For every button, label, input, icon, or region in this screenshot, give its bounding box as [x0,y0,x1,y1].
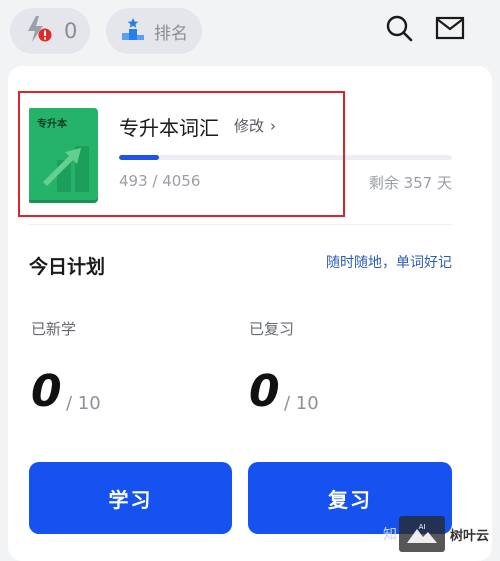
days-remaining: 剩余 357 天 [368,174,452,192]
rank-pill[interactable]: 排名 [106,8,202,54]
new-learned-count: 0 [31,366,62,417]
reviewed-total: / 10 [284,393,319,414]
lightning-alert-icon [24,14,54,48]
watermark-brand: 树叶云 [450,528,490,544]
reviewed-label: 已复习 [249,320,295,338]
search-icon [385,14,413,46]
vocab-book-title[interactable]: 专升本词汇 [119,112,219,141]
mail-button[interactable] [434,14,466,46]
book-cover-graphic [43,146,89,192]
section-divider [28,224,452,225]
energy-count: 0 [64,19,78,43]
edit-label: 修改 [234,117,265,135]
plan-title: 今日计划 [29,256,106,278]
learn-button[interactable]: 学习 [29,462,232,534]
watermark-logo-text: AI [419,523,426,531]
vocab-progress-count: 493 / 4056 [119,172,201,190]
reviewed-count: 0 [249,366,280,417]
watermark-logo: AI [399,516,445,552]
edit-book-link[interactable]: 修改 › [234,115,276,136]
mail-icon [435,16,465,44]
top-bar: 0 排名 [0,0,500,64]
plan-slogan: 随时随地，单词好记 [326,255,452,271]
new-learned-total: / 10 [66,393,101,414]
watermark-prefix: 知 [383,527,397,543]
podium-icon [120,16,146,46]
rank-label: 排名 [154,23,188,44]
search-button[interactable] [383,14,415,46]
energy-pill[interactable]: 0 [10,8,90,54]
vocab-progress-bar [119,155,452,160]
new-learned-label: 已新学 [31,320,77,338]
vocab-progress-fill [119,155,160,160]
watermark: 知 AI 树叶云 [383,511,500,557]
vocab-book-cover[interactable]: 专升本 [29,108,98,200]
chevron-right-icon: › [270,116,277,135]
